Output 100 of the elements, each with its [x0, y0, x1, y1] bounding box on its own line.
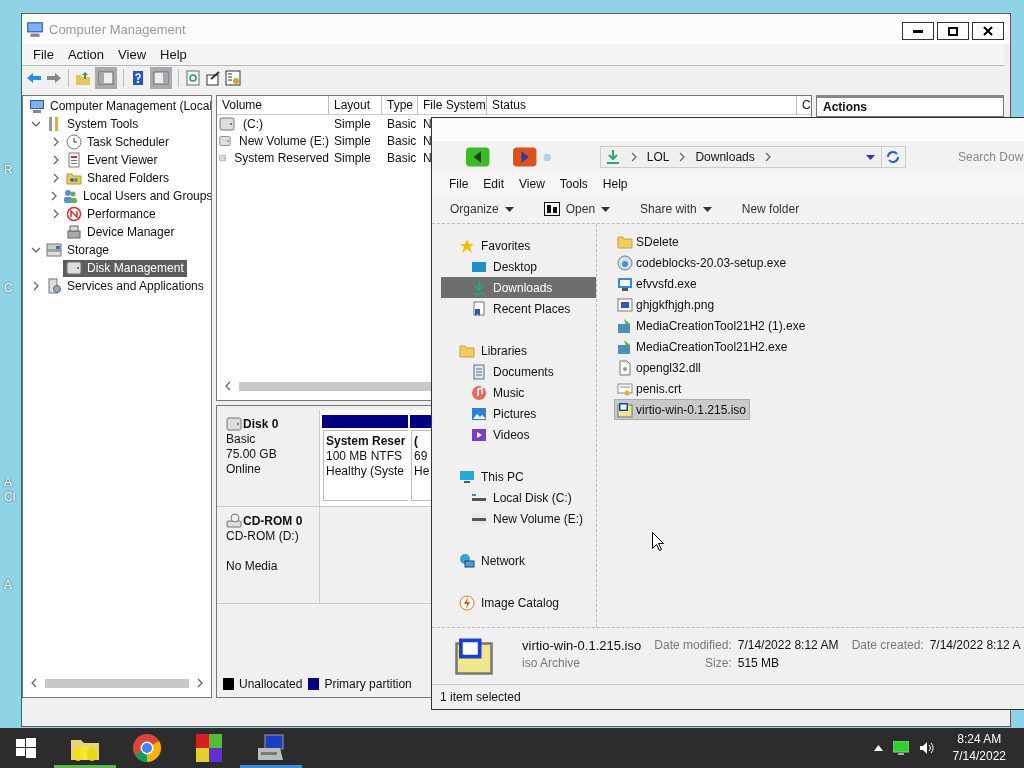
up-folder-icon[interactable]: [75, 70, 91, 86]
caret-icon[interactable]: [504, 206, 514, 212]
download-icon: [604, 149, 621, 165]
maximize-icon: [948, 26, 958, 36]
export-icon[interactable]: [205, 70, 221, 86]
speaker-icon[interactable]: [918, 740, 935, 756]
explorer-item[interactable]: MediaCreationTool21H2 (1).exe: [614, 315, 810, 336]
clock[interactable]: 8:24 AM 7/14/2022: [952, 731, 1006, 765]
nav-item[interactable]: Music: [441, 382, 596, 403]
scroll-left-icon[interactable]: [29, 678, 39, 688]
toolbar-button[interactable]: Open: [543, 202, 611, 216]
menu-item[interactable]: View: [111, 47, 154, 62]
column-header[interactable]: C: [797, 96, 811, 114]
menu-item[interactable]: Tools: [553, 177, 597, 191]
column-header[interactable]: Volume: [217, 96, 329, 114]
scroll-right-icon[interactable]: [195, 678, 205, 688]
menu-item[interactable]: Help: [596, 177, 637, 191]
scroll-left-icon[interactable]: [223, 381, 233, 391]
explorer-item[interactable]: penis.crt: [614, 378, 686, 399]
nav-item[interactable]: Recent Places: [441, 298, 596, 319]
menu-item[interactable]: Help: [153, 47, 194, 62]
property-label: Date created:: [850, 638, 924, 654]
table-cell-text: (C:): [242, 116, 263, 131]
partition[interactable]: ( 69 He: [411, 430, 431, 501]
help-icon[interactable]: [130, 70, 146, 86]
installer-icon: [617, 338, 633, 355]
tree-item[interactable]: Computer Management (Local: [26, 97, 211, 115]
toggle-button[interactable]: [95, 67, 117, 89]
toolbar-button[interactable]: Share with: [640, 202, 712, 216]
breadcrumb-item[interactable]: Downloads: [695, 150, 755, 164]
nav-item[interactable]: Libraries: [441, 340, 596, 361]
tree-item[interactable]: Storage: [43, 241, 113, 259]
nav-item[interactable]: Documents: [441, 361, 596, 382]
maximize-button[interactable]: [937, 22, 969, 40]
explorer-item[interactable]: efvvsfd.exe: [614, 273, 701, 294]
column-header[interactable]: Type: [382, 96, 418, 114]
nav-item[interactable]: This PC: [441, 466, 596, 487]
table-cell-text: Basic: [386, 116, 418, 131]
scrollbar-thumb[interactable]: [239, 381, 434, 391]
explorer-item[interactable]: SDelete: [614, 231, 683, 252]
menu-item[interactable]: File: [26, 47, 61, 62]
tree-item[interactable]: Performance: [63, 205, 159, 223]
nav-item[interactable]: Favorites: [441, 235, 596, 256]
explorer-item[interactable]: codeblocks-20.03-setup.exe: [614, 252, 791, 273]
caret-icon[interactable]: [702, 206, 712, 212]
minimize-button[interactable]: [902, 22, 934, 40]
column-header[interactable]: Status: [487, 96, 797, 114]
address-bar[interactable]: LOL Downloads: [599, 146, 882, 168]
certificate-icon: [617, 380, 633, 397]
breadcrumb-item[interactable]: LOL: [646, 150, 670, 164]
tree-item[interactable]: Task Scheduler: [63, 133, 173, 151]
app-window-icon: [617, 275, 633, 292]
back-arrow-icon[interactable]: [26, 70, 42, 86]
nav-item[interactable]: Image Catalog: [441, 592, 596, 613]
tree-item[interactable]: Disk Management: [63, 259, 187, 277]
tree-item[interactable]: Device Manager: [63, 223, 178, 241]
nav-item[interactable]: Downloads: [441, 277, 596, 298]
refresh-button[interactable]: [881, 146, 906, 168]
nav-item[interactable]: Videos: [441, 424, 596, 445]
show-hidden-icon[interactable]: [873, 745, 883, 751]
tree-item[interactable]: Event Viewer: [63, 151, 161, 169]
menu-item[interactable]: Action: [60, 47, 112, 62]
search-field[interactable]: Search Dow: [958, 150, 1024, 164]
property-value: 515 MB: [737, 656, 781, 672]
table-cell-text: N: [422, 133, 433, 148]
nav-item[interactable]: Pictures: [441, 403, 596, 424]
nav-item[interactable]: Desktop: [441, 256, 596, 277]
menu-item[interactable]: Edit: [477, 177, 514, 191]
table-cell-text: System Reserved: [233, 150, 329, 165]
forward-button[interactable]: [512, 147, 538, 167]
column-header[interactable]: File System: [418, 96, 487, 114]
toolbar-button[interactable]: New folder: [741, 202, 800, 216]
forward-arrow-icon[interactable]: [46, 70, 62, 86]
caret-icon[interactable]: [601, 206, 611, 212]
nav-item[interactable]: Network: [441, 550, 596, 571]
panel-icon: [98, 70, 114, 86]
property-value: 7/14/2022 8:12 AM: [737, 638, 840, 654]
property-label: Size:: [704, 656, 732, 672]
caret-icon[interactable]: [865, 154, 875, 160]
close-button[interactable]: [972, 22, 1004, 40]
scrollbar-thumb[interactable]: [45, 678, 189, 688]
tree-item[interactable]: Shared Folders: [63, 169, 173, 187]
menu-item[interactable]: File: [443, 177, 478, 191]
menu-item[interactable]: View: [513, 177, 554, 191]
start-icon[interactable]: [16, 738, 36, 758]
toolbar-button[interactable]: Organize: [450, 202, 514, 216]
archive-icon: [543, 202, 560, 216]
nav-item[interactable]: Local Disk (C:): [441, 487, 596, 508]
toggle-button[interactable]: [150, 67, 172, 89]
tree-item[interactable]: System Tools: [43, 115, 142, 133]
nav-item[interactable]: New Volume (E:): [441, 508, 596, 529]
explorer-item[interactable]: ghjgkfhjgh.png: [614, 294, 719, 315]
tree-item[interactable]: Services and Applications: [43, 277, 207, 295]
column-header[interactable]: Layout: [329, 96, 382, 114]
refresh-icon[interactable]: [185, 70, 201, 86]
explorer-item[interactable]: MediaCreationTool21H2.exe: [614, 336, 792, 357]
explorer-item[interactable]: opengl32.dll: [614, 357, 705, 378]
partition[interactable]: System Reser 100 MB NTFS Healthy (Syste: [323, 430, 408, 501]
monitor-icon[interactable]: [892, 740, 909, 756]
explorer-item[interactable]: virtio-win-0.1.215.iso: [614, 399, 751, 420]
